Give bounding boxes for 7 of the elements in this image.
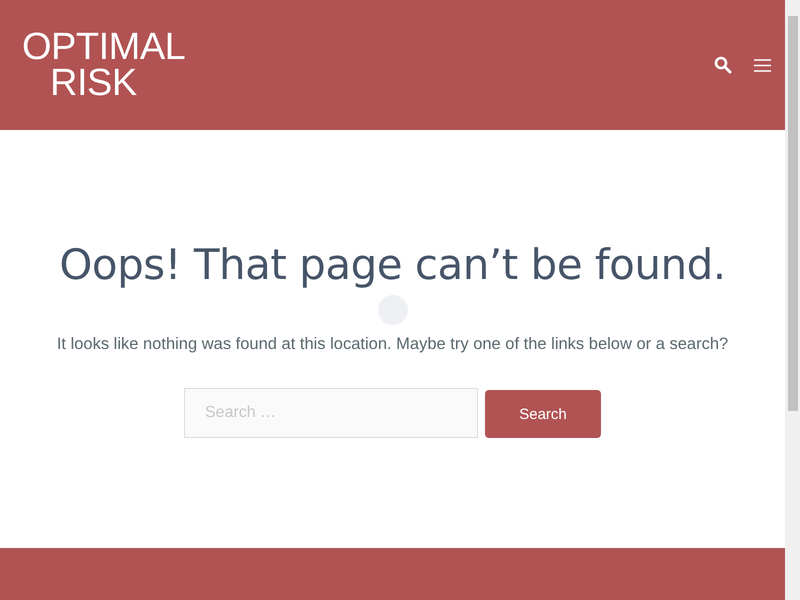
logo[interactable]: OPTIMAL RISK — [22, 28, 186, 102]
page-title: Oops! That page can’t be found. — [59, 240, 726, 289]
menu-icon[interactable] — [754, 58, 771, 72]
search-button[interactable]: Search — [485, 390, 601, 438]
scrollbar[interactable] — [785, 0, 800, 600]
search-icon[interactable] — [714, 56, 732, 74]
error-message: It looks like nothing was found at this location. Maybe try one of the links below or a search? — [56, 335, 728, 354]
